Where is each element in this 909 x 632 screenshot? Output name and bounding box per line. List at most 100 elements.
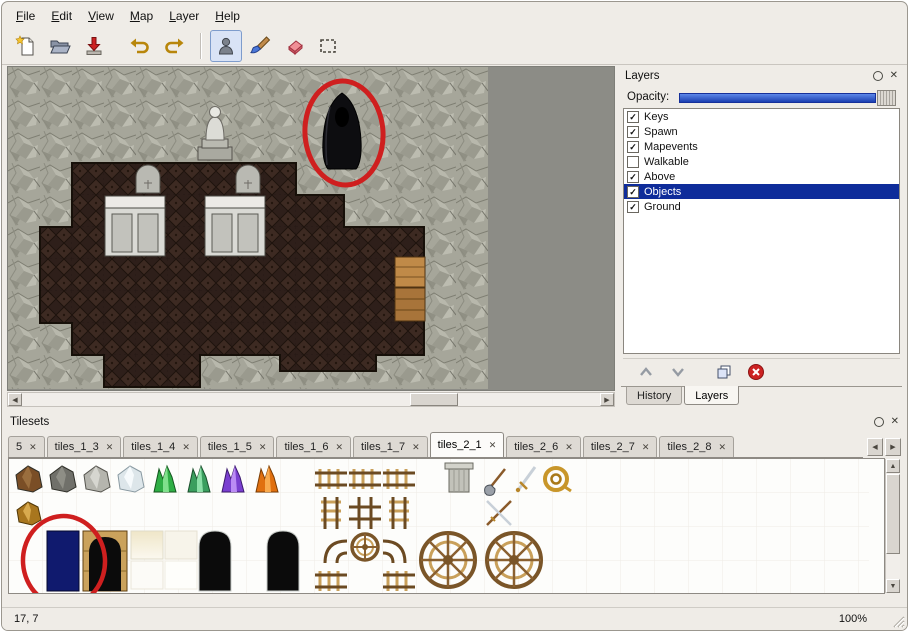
move-layer-up-button[interactable] xyxy=(635,362,657,382)
tile-pale[interactable] xyxy=(165,561,197,589)
tab-close-icon[interactable]: ✕ xyxy=(718,442,726,453)
panel-close-icon[interactable]: ✕ xyxy=(891,417,899,427)
undo-button[interactable] xyxy=(124,30,156,62)
opacity-slider[interactable] xyxy=(679,90,896,104)
map-crates xyxy=(395,257,425,321)
tile-cave-arch[interactable] xyxy=(199,531,231,591)
opacity-slider-handle[interactable] xyxy=(877,90,896,106)
tile-pillar[interactable] xyxy=(445,463,473,492)
tab-layers[interactable]: Layers xyxy=(684,386,739,405)
layer-row-walkable[interactable]: Walkable xyxy=(624,154,899,169)
checkbox-checked-icon[interactable]: ✓ xyxy=(627,126,639,138)
tab-close-icon[interactable]: ✕ xyxy=(182,442,190,453)
tab-close-icon[interactable]: ✕ xyxy=(642,442,650,453)
layers-panel: Layers ✕ Opacity: ✓ Keys ✓ Spawn ✓ xyxy=(621,66,902,407)
tileset-tab[interactable]: tiles_2_6 ✕ xyxy=(506,436,581,457)
duplicate-layer-button[interactable] xyxy=(713,362,735,382)
panel-close-icon[interactable]: ✕ xyxy=(890,71,898,81)
tile-wheel-large[interactable] xyxy=(421,533,475,587)
tileset-vscroll-thumb[interactable] xyxy=(886,474,900,554)
layers-panel-tabs: History Layers xyxy=(621,386,902,408)
tile-navy-selected[interactable] xyxy=(47,531,79,591)
tileset-tab-active[interactable]: tiles_2_1 ✕ xyxy=(430,432,505,458)
tile-wheel-small[interactable] xyxy=(352,534,378,560)
tab-close-icon[interactable]: ✕ xyxy=(336,442,344,453)
brush-tool-button[interactable] xyxy=(244,30,276,62)
layer-row-objects[interactable]: ✓ Objects xyxy=(624,184,899,199)
tileset-tab[interactable]: tiles_1_6 ✕ xyxy=(276,436,351,457)
layer-label: Mapevents xyxy=(644,141,698,153)
toolbar-separator xyxy=(200,33,202,59)
menu-help[interactable]: Help xyxy=(207,6,248,26)
tab-close-icon[interactable]: ✕ xyxy=(29,442,37,453)
menu-file[interactable]: File xyxy=(8,6,43,26)
tab-scroll-left-icon[interactable]: ◀ xyxy=(867,438,883,456)
redo-button[interactable] xyxy=(158,30,190,62)
layer-row-spawn[interactable]: ✓ Spawn xyxy=(624,124,899,139)
tab-close-icon[interactable]: ✕ xyxy=(565,442,573,453)
map-editor-window: File Edit View Map Layer Help xyxy=(1,1,908,631)
checkbox-checked-icon[interactable]: ✓ xyxy=(627,186,639,198)
map-hscroll-thumb[interactable] xyxy=(410,393,458,406)
tileset-tab[interactable]: tiles_2_8 ✕ xyxy=(659,436,734,457)
menu-map[interactable]: Map xyxy=(122,6,161,26)
map-image xyxy=(8,67,488,389)
tile-pale[interactable] xyxy=(165,531,197,559)
tab-close-icon[interactable]: ✕ xyxy=(412,442,420,453)
tab-scroll-right-icon[interactable]: ▶ xyxy=(885,438,901,456)
tileset-tab[interactable]: tiles_1_5 ✕ xyxy=(200,436,275,457)
tileset-tab[interactable]: tiles_1_3 ✕ xyxy=(47,436,122,457)
delete-layer-icon xyxy=(747,363,765,381)
scroll-right-icon[interactable]: ▶ xyxy=(600,393,614,406)
layer-row-above[interactable]: ✓ Above xyxy=(624,169,899,184)
menu-layer[interactable]: Layer xyxy=(161,6,207,26)
scroll-up-icon[interactable]: ▲ xyxy=(886,459,900,473)
map-canvas[interactable] xyxy=(7,66,615,391)
new-file-button[interactable] xyxy=(10,30,42,62)
tile-pale[interactable] xyxy=(131,561,163,589)
resize-grip[interactable] xyxy=(891,614,905,628)
delete-layer-button[interactable] xyxy=(745,362,767,382)
map-hscrollbar[interactable]: ◀ ▶ xyxy=(7,392,615,407)
checkbox-checked-icon[interactable]: ✓ xyxy=(627,111,639,123)
eraser-tool-icon xyxy=(283,35,305,57)
layer-row-ground[interactable]: ✓ Ground xyxy=(624,199,899,214)
checkbox-checked-icon[interactable]: ✓ xyxy=(627,201,639,213)
save-button[interactable] xyxy=(78,30,110,62)
stamp-tool-button[interactable] xyxy=(210,30,242,62)
tile-cave-arch[interactable] xyxy=(267,531,299,591)
tab-history[interactable]: History xyxy=(626,387,682,405)
tileset-tab[interactable]: 5 ✕ xyxy=(8,436,45,457)
tab-close-icon[interactable]: ✕ xyxy=(489,440,497,451)
move-layer-down-button[interactable] xyxy=(667,362,689,382)
tile-cream[interactable] xyxy=(131,531,163,559)
scroll-left-icon[interactable]: ◀ xyxy=(8,393,22,406)
checkbox-checked-icon[interactable]: ✓ xyxy=(627,171,639,183)
tileset-tab-bar: 5 ✕ tiles_1_3 ✕ tiles_1_4 ✕ tiles_1_5 ✕ … xyxy=(8,432,863,458)
tab-close-icon[interactable]: ✕ xyxy=(259,442,267,453)
brush-tool-icon xyxy=(249,35,271,57)
tileset-tab[interactable]: tiles_1_4 ✕ xyxy=(123,436,198,457)
eraser-tool-button[interactable] xyxy=(278,30,310,62)
tileset-tab[interactable]: tiles_1_7 ✕ xyxy=(353,436,428,457)
layer-row-keys[interactable]: ✓ Keys xyxy=(624,109,899,124)
layer-row-mapevents[interactable]: ✓ Mapevents xyxy=(624,139,899,154)
zoom-level: 100% xyxy=(839,613,867,625)
menu-bar: File Edit View Map Layer Help xyxy=(8,5,901,26)
layer-list[interactable]: ✓ Keys ✓ Spawn ✓ Mapevents Walkable ✓ Ab… xyxy=(623,108,900,354)
marquee-tool-button[interactable] xyxy=(312,30,344,62)
open-button[interactable] xyxy=(44,30,76,62)
tab-close-icon[interactable]: ✕ xyxy=(106,442,114,453)
tile-wheel-large[interactable] xyxy=(487,533,541,587)
duplicate-layer-icon xyxy=(715,363,733,381)
tileset-canvas[interactable] xyxy=(8,458,885,594)
tileset-vscrollbar[interactable]: ▲ ▼ xyxy=(885,459,900,593)
panel-float-icon[interactable] xyxy=(873,71,883,81)
menu-edit[interactable]: Edit xyxy=(43,6,80,26)
scroll-down-icon[interactable]: ▼ xyxy=(886,579,900,593)
menu-view[interactable]: View xyxy=(80,6,122,26)
checkbox-checked-icon[interactable]: ✓ xyxy=(627,141,639,153)
panel-float-icon[interactable] xyxy=(874,417,884,427)
tileset-tab[interactable]: tiles_2_7 ✕ xyxy=(583,436,658,457)
checkbox-unchecked-icon[interactable] xyxy=(627,156,639,168)
